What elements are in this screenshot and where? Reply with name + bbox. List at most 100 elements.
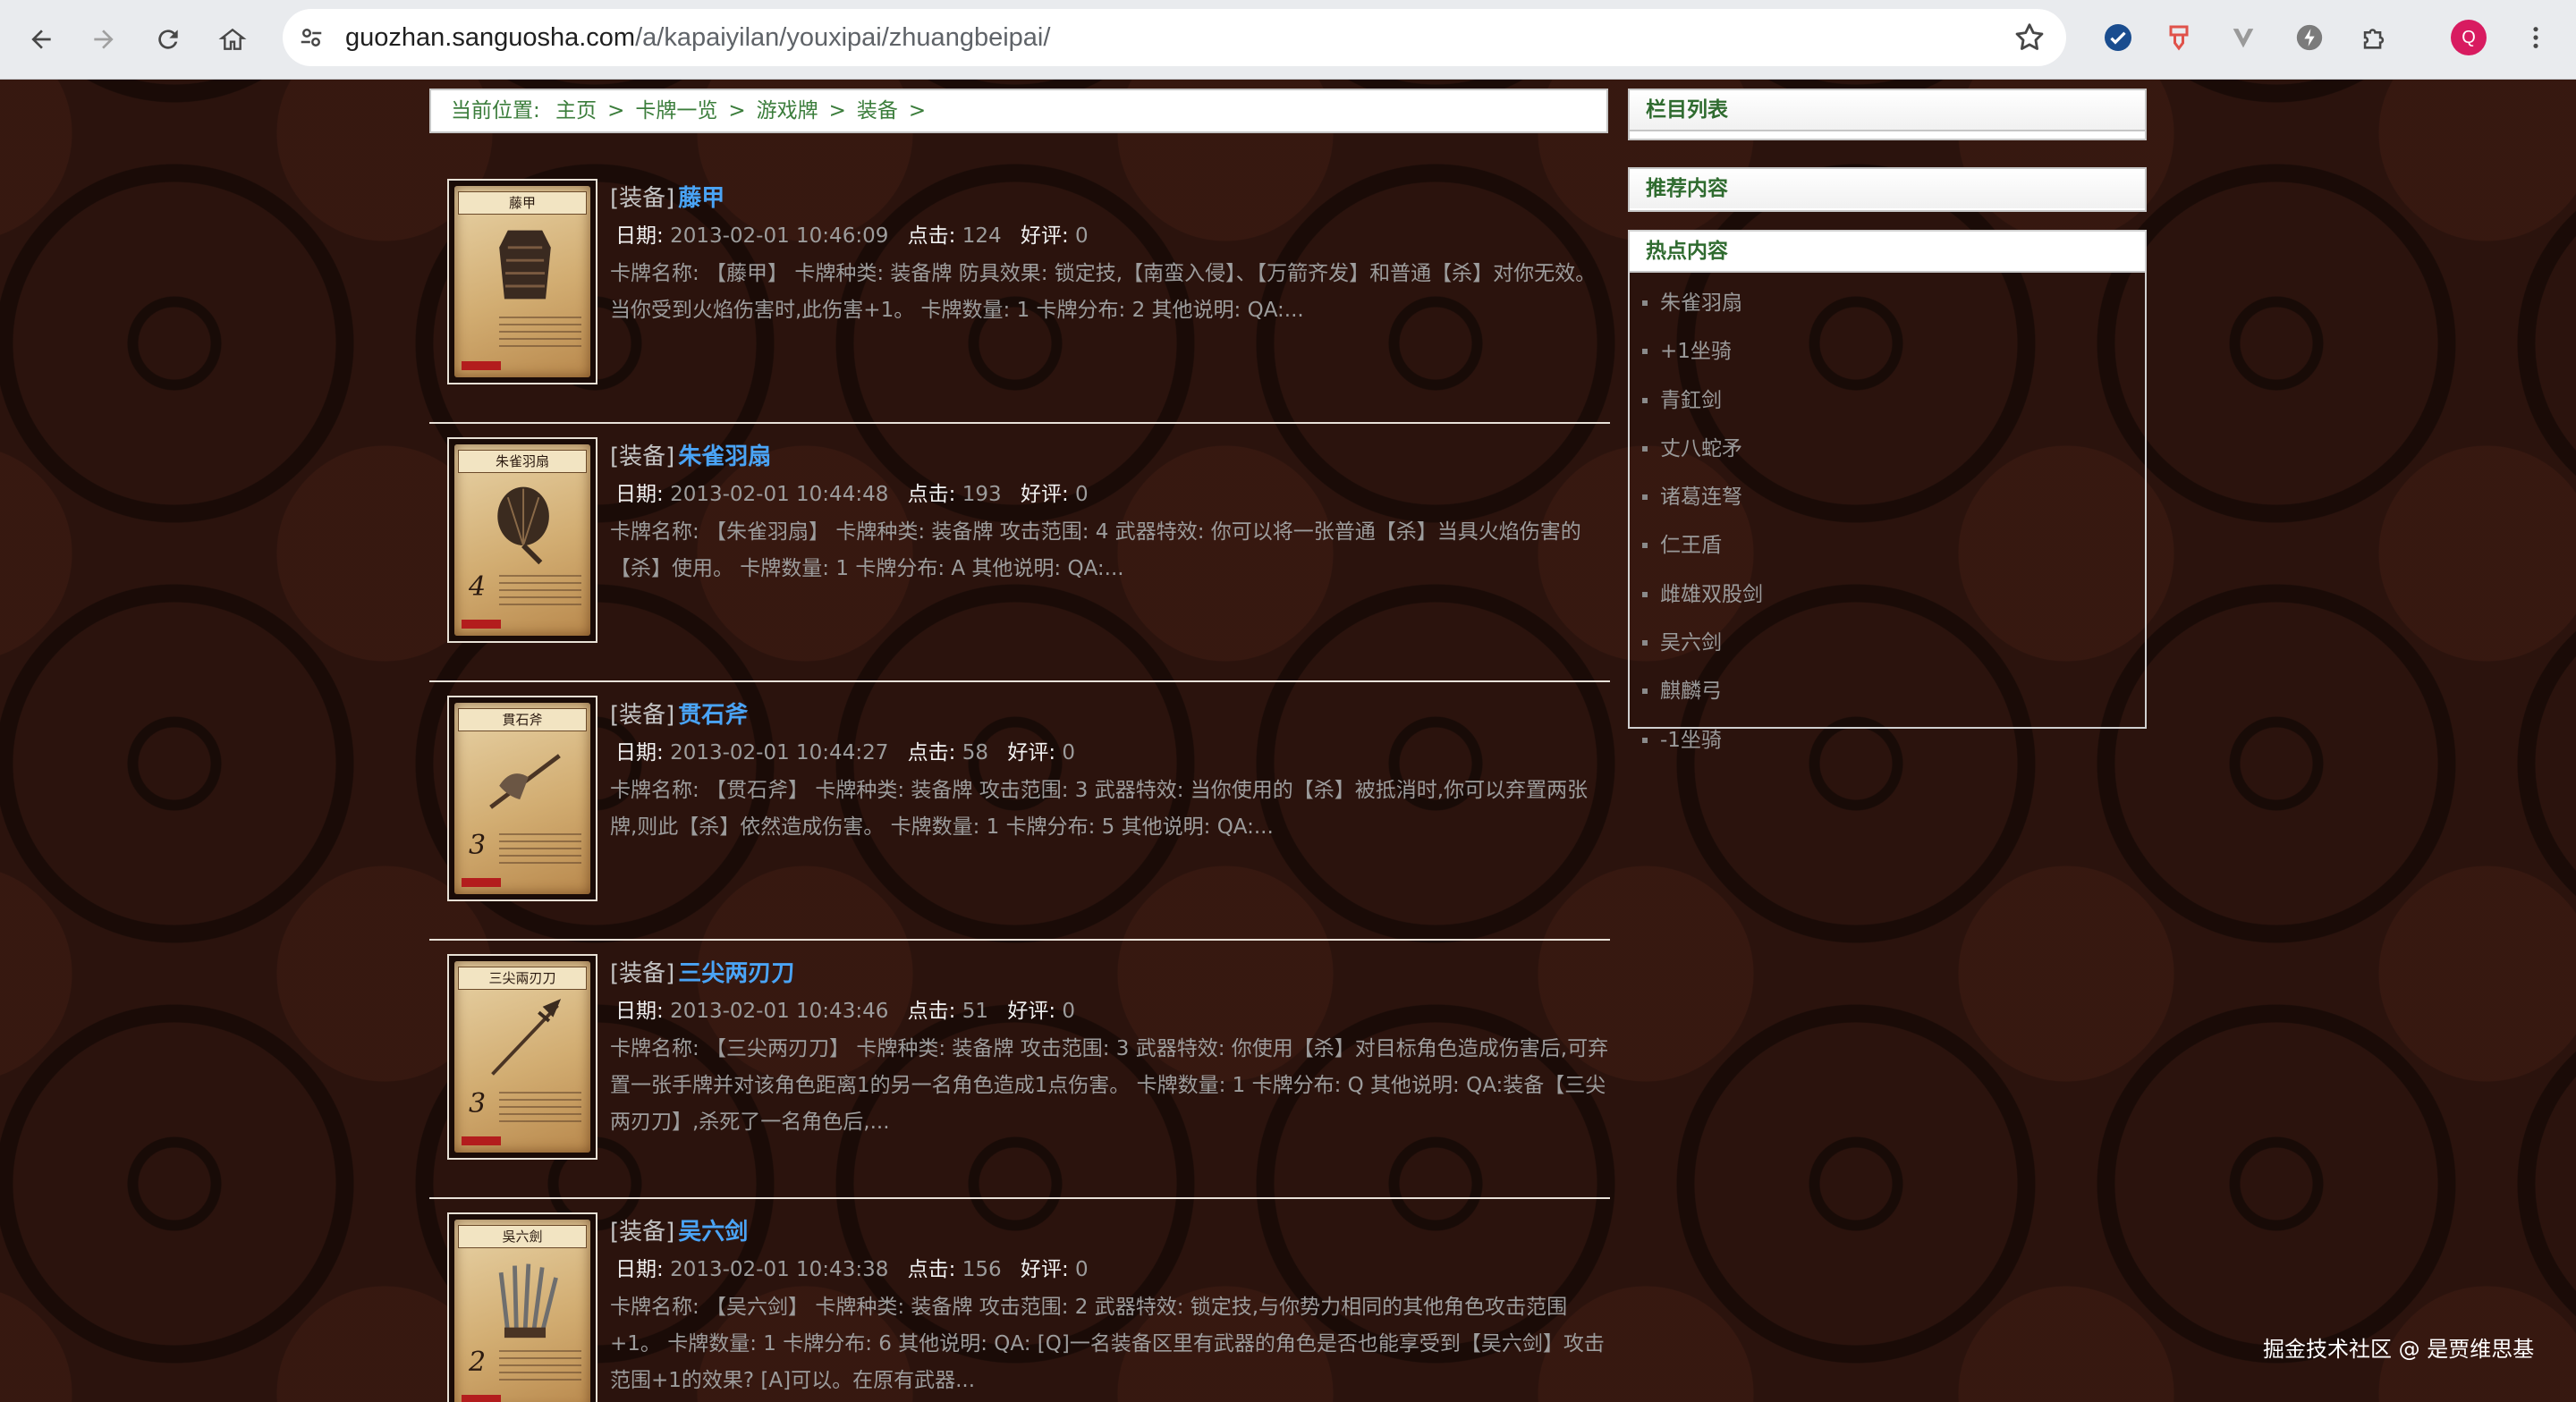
clicks-label: 点击: (907, 483, 956, 506)
card-thumbnail[interactable]: 吳六劍 2 (447, 1212, 597, 1402)
article-meta: 日期: 2013-02-01 10:44:27 点击: 58 好评: 0 (615, 739, 1088, 767)
breadcrumb-link-equipment[interactable]: 装备 (857, 99, 898, 122)
card-image: 三尖兩刃刀 3 (454, 961, 590, 1153)
clicks-label: 点击: (907, 1258, 956, 1281)
reload-button[interactable] (147, 18, 190, 61)
article-summary: 卡牌名称: 【吴六剑】 卡牌种类: 装备牌 攻击范围: 2 武器特效: 锁定技,… (610, 1296, 1605, 1392)
breadcrumb-link-cards[interactable]: 卡牌一览 (635, 99, 717, 122)
article-likes: 0 (1075, 483, 1089, 506)
bullet-icon (1642, 737, 1648, 743)
forward-button[interactable] (82, 18, 125, 61)
site-settings-icon[interactable] (295, 21, 327, 54)
card-image-title: 朱雀羽扇 (458, 450, 587, 473)
hot-content-item[interactable]: 青釭剑 (1642, 383, 2145, 431)
bookmark-star-icon[interactable] (2012, 21, 2046, 55)
extension-v-icon[interactable] (2224, 18, 2263, 57)
breadcrumb-link-home[interactable]: 主页 (555, 99, 597, 122)
article-category-link[interactable]: [装备] (610, 1219, 674, 1246)
card-tag (462, 878, 501, 887)
article-title-link[interactable]: 三尖两刃刀 (678, 960, 794, 987)
address-bar[interactable]: guozhan.sanguosha.com/a/kapaiyilan/youxi… (283, 9, 2066, 66)
hot-content-item[interactable]: 诸葛连弩 (1642, 479, 2145, 528)
article-item: 三尖兩刃刀 3 [装备] 三尖两刃刀 日期: 2013-02-01 10:43:4… (429, 942, 1610, 1199)
article-category-link[interactable]: [装备] (610, 443, 674, 470)
url-path: /a/kapaiyilan/youxipai/zhuangbeipai/ (635, 23, 1051, 52)
column-list-box: 栏目列表 (1628, 89, 2147, 140)
hot-content-link[interactable]: -1坐骑 (1660, 729, 1722, 752)
card-image-title: 藤甲 (458, 191, 587, 215)
card-tag (462, 1395, 501, 1402)
card-image: 朱雀羽扇 4 (454, 444, 590, 636)
hot-content-item[interactable]: 吴六剑 (1642, 625, 2145, 673)
card-tag (462, 620, 501, 629)
hot-content-item[interactable]: 麒麟弓 (1642, 673, 2145, 722)
article-category-link[interactable]: [装备] (610, 702, 674, 729)
browser-toolbar: guozhan.sanguosha.com/a/kapaiyilan/youxi… (0, 0, 2576, 80)
hot-content-link[interactable]: 丈八蛇矛 (1660, 437, 1742, 460)
hot-content-item[interactable]: -1坐骑 (1642, 722, 2145, 771)
article-summary: 卡牌名称: 【朱雀羽扇】 卡牌种类: 装备牌 攻击范围: 4 武器特效: 你可以… (610, 520, 1581, 580)
breadcrumb-link-game-cards[interactable]: 游戏牌 (757, 99, 818, 122)
hot-content-link[interactable]: +1坐骑 (1660, 340, 1732, 363)
article-title-link[interactable]: 吴六剑 (678, 1219, 748, 1246)
article-clicks: 51 (962, 1000, 988, 1023)
article-category-link[interactable]: [装备] (610, 960, 674, 987)
extension-pin-icon[interactable] (2159, 18, 2199, 57)
hot-content-link[interactable]: 麒麟弓 (1660, 680, 1722, 703)
article-clicks: 156 (962, 1258, 1002, 1281)
article-date: 2013-02-01 10:43:46 (670, 1000, 889, 1023)
article-title-link[interactable]: 藤甲 (678, 185, 724, 212)
hot-content-link[interactable]: 吴六剑 (1660, 631, 1722, 655)
hot-content-item[interactable]: 仁王盾 (1642, 528, 2145, 576)
hot-content-link[interactable]: 朱雀羽扇 (1660, 291, 1742, 315)
card-image-title: 吳六劍 (458, 1225, 587, 1248)
url-text[interactable]: guozhan.sanguosha.com/a/kapaiyilan/youxi… (345, 9, 1050, 66)
article-summary: 卡牌名称: 【三尖两刃刀】 卡牌种类: 装备牌 攻击范围: 3 武器特效: 你使… (610, 1037, 1609, 1134)
card-thumbnail[interactable]: 藤甲 (447, 179, 597, 384)
bullet-icon (1642, 494, 1648, 501)
article-likes: 0 (1062, 1000, 1076, 1023)
card-thumbnail[interactable]: 貫石斧 3 (447, 696, 597, 901)
article-heading: [装备] 朱雀羽扇 (610, 441, 771, 473)
hot-content-item[interactable]: 丈八蛇矛 (1642, 431, 2145, 479)
article-title-link[interactable]: 朱雀羽扇 (678, 443, 771, 470)
clicks-label: 点击: (907, 224, 956, 248)
card-thumbnail[interactable]: 三尖兩刃刀 3 (447, 954, 597, 1160)
back-button[interactable] (20, 18, 63, 61)
card-image-title: 三尖兩刃刀 (458, 967, 587, 990)
extension-check-icon[interactable] (2098, 18, 2138, 57)
likes-label: 好评: (1007, 741, 1056, 764)
article-category-link[interactable]: [装备] (610, 185, 674, 212)
card-illustration (472, 222, 578, 308)
article-divider (429, 422, 1610, 424)
article-item: 吳六劍 2 [装备] 吴六剑 日期: 2013-02-01 10:43:38 点击… (429, 1200, 1610, 1402)
bullet-icon (1642, 445, 1648, 452)
browser-menu-icon[interactable] (2522, 20, 2549, 55)
card-illustration (472, 997, 578, 1083)
article-divider (429, 680, 1610, 682)
hot-content-link[interactable]: 雌雄双股剑 (1660, 583, 1763, 606)
extension-bolt-icon[interactable] (2290, 18, 2329, 57)
page-viewport: 当前位置: 主页 > 卡牌一览 > 游戏牌 > 装备 > 藤甲 [装备] 藤甲 日期: 2013… (0, 80, 2576, 1402)
hot-content-link[interactable]: 仁王盾 (1660, 534, 1722, 557)
hot-content-link[interactable]: 诸葛连弩 (1660, 486, 1742, 509)
home-button[interactable] (211, 18, 254, 61)
hot-content-link[interactable]: 青釭剑 (1660, 389, 1722, 412)
article-title-link[interactable]: 贯石斧 (678, 702, 748, 729)
date-label: 日期: (615, 1000, 664, 1023)
breadcrumb-separator: > (728, 99, 746, 122)
article-likes: 0 (1062, 741, 1076, 764)
hot-content-title: 热点内容 (1630, 232, 2145, 273)
card-effect-text (499, 1092, 581, 1128)
bullet-icon (1642, 688, 1648, 695)
date-label: 日期: (615, 224, 664, 248)
bullet-icon (1642, 349, 1648, 355)
column-list-title: 栏目列表 (1630, 90, 2145, 131)
hot-content-item[interactable]: 朱雀羽扇 (1642, 285, 2145, 334)
hot-content-item[interactable]: +1坐骑 (1642, 334, 2145, 382)
hot-content-item[interactable]: 雌雄双股剑 (1642, 577, 2145, 625)
card-thumbnail[interactable]: 朱雀羽扇 4 (447, 437, 597, 643)
extensions-puzzle-icon[interactable] (2354, 18, 2394, 57)
profile-avatar[interactable]: Q (2451, 20, 2487, 55)
article-heading: [装备] 吴六剑 (610, 1216, 748, 1248)
